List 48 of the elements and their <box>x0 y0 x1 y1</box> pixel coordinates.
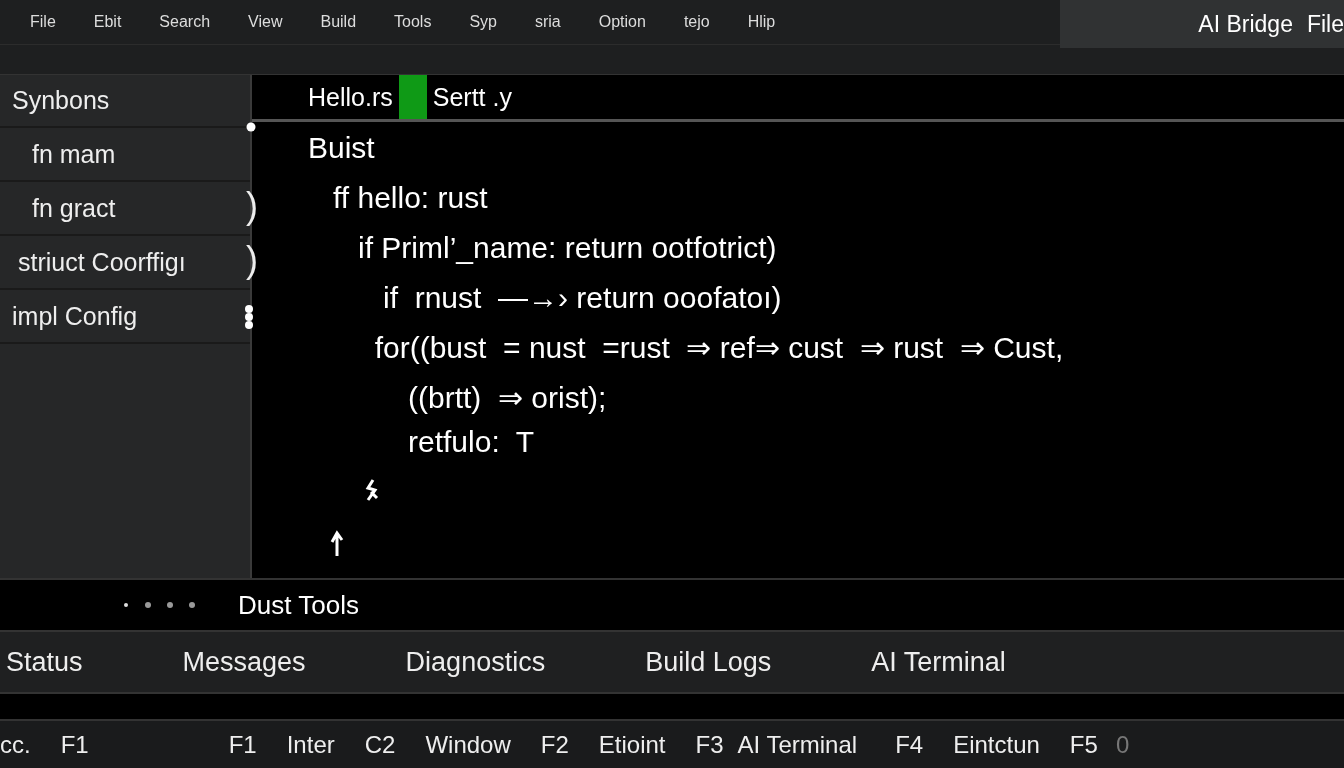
code-line: ff hello: rust <box>332 180 489 216</box>
function-key-label[interactable]: Eintctun <box>953 730 1040 759</box>
function-key-label[interactable]: cc. <box>0 730 31 759</box>
menu-item[interactable]: File <box>30 13 56 31</box>
function-key-label[interactable]: F1 <box>60 730 89 759</box>
function-key-label[interactable]: F2 <box>540 730 569 759</box>
panel-title: Dust Tools <box>238 589 359 621</box>
code-line: for((bust = nust =rust ⇒ ref⇒ cust ⇒ rust ⇒ Cust, <box>373 330 1065 366</box>
code-line: if Priml’_name: return ootfotrict) <box>357 230 778 266</box>
panel-tab[interactable]: AI Terminal <box>871 646 1006 678</box>
menu-item[interactable]: Ebit <box>93 13 122 31</box>
function-key-label[interactable]: Etioint <box>598 730 666 759</box>
code-line: ((brtt) ⇒ orist); <box>407 380 608 416</box>
function-key-label[interactable]: AI Terminal <box>737 730 858 759</box>
dots-icon <box>122 601 198 609</box>
function-key-label[interactable]: F4 <box>895 730 924 759</box>
sidebar-title: Synbons <box>12 86 110 115</box>
menu-item[interactable]: File <box>1306 10 1344 38</box>
panel-tab[interactable]: Messages <box>182 646 306 678</box>
dot-icon <box>246 122 256 132</box>
function-key-label[interactable]: C2 <box>364 730 396 759</box>
menu-item[interactable]: sria <box>534 13 561 31</box>
more-icon[interactable] <box>244 304 254 330</box>
sidebar-item[interactable]: fn mam <box>0 128 250 182</box>
menu-item[interactable]: Hlip <box>747 13 776 31</box>
function-key-label[interactable]: F1 <box>228 730 257 759</box>
function-key-label[interactable]: 0 <box>1115 730 1130 759</box>
panel-tab[interactable]: Diagnostics <box>405 646 546 678</box>
function-key-label[interactable]: Inter <box>286 730 335 759</box>
panel-tab[interactable]: Status <box>6 646 83 678</box>
menu-item[interactable]: Tools <box>394 13 432 31</box>
menu-item[interactable]: Build <box>320 13 357 31</box>
menu-item[interactable]: tejo <box>683 13 710 31</box>
menu-item[interactable]: Option <box>598 13 646 31</box>
menu-item[interactable]: View <box>248 13 283 31</box>
editor-tab[interactable]: Hello.rs <box>308 82 393 112</box>
function-key-label[interactable]: Window <box>425 730 511 759</box>
panel-tab[interactable]: Build Logs <box>645 646 772 678</box>
menu-item[interactable]: Search <box>159 13 211 31</box>
code-line: if rnust —→› return ooofatoı) <box>382 280 783 316</box>
code-line: retfulo: T <box>407 424 536 460</box>
panel-title: AI Bridge <box>1198 10 1293 38</box>
editor-tab[interactable]: Sertt .y <box>432 82 512 112</box>
function-key-label[interactable]: F5 <box>1069 730 1098 759</box>
menu-item[interactable]: Syp <box>469 13 497 31</box>
function-key-label[interactable]: F3 <box>695 730 724 759</box>
code-line: Buist <box>308 130 376 166</box>
tab-indicator <box>398 75 427 119</box>
